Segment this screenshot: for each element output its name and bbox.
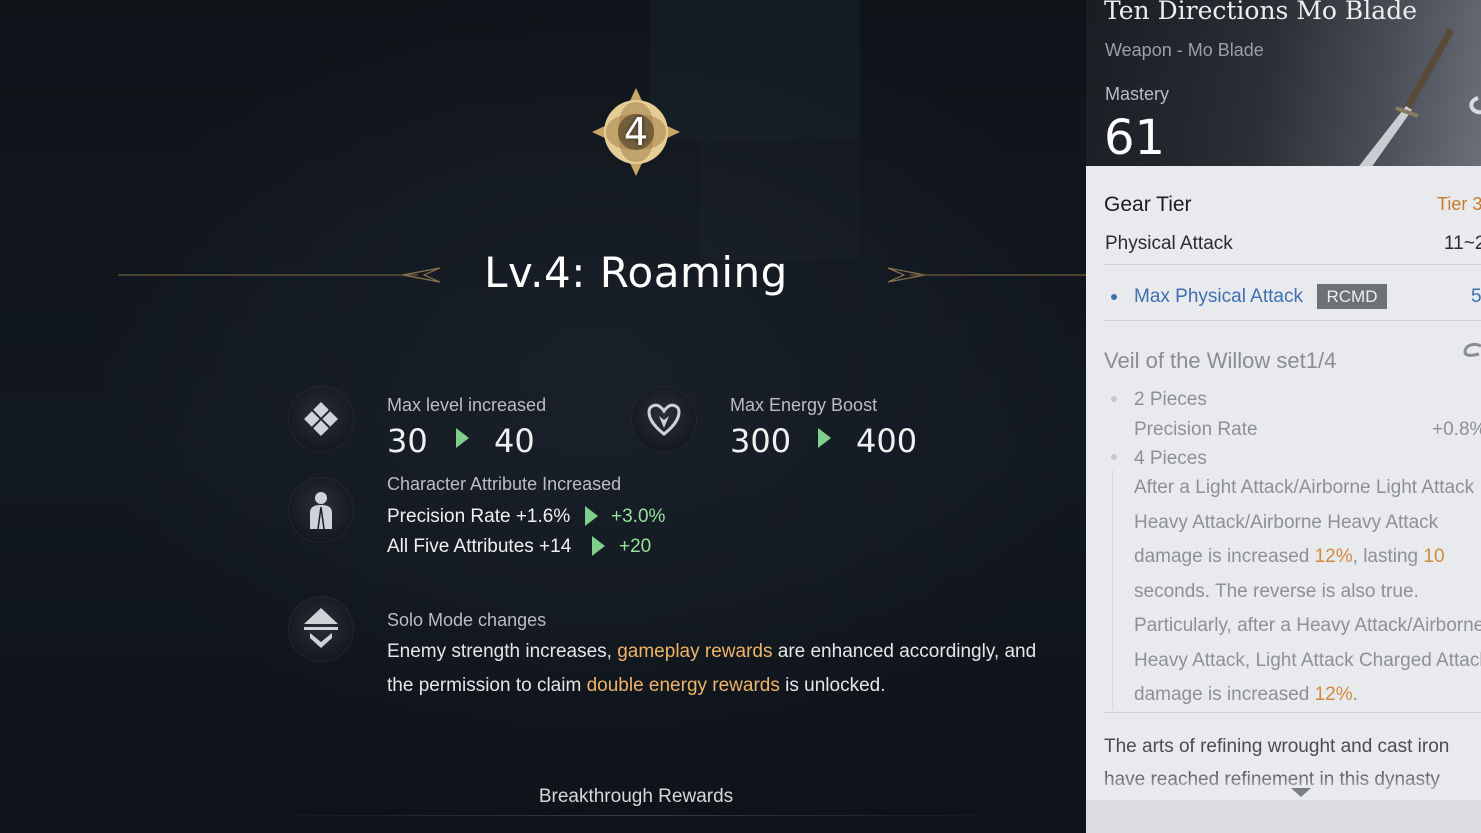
gameplay-rewards-highlight: gameplay rewards bbox=[617, 641, 773, 662]
five-attributes-text: All Five Attributes +14 bbox=[387, 536, 572, 557]
gear-tier-label: Gear Tier bbox=[1104, 193, 1192, 216]
solo-mode-icon bbox=[288, 596, 354, 662]
precision-rate-text: Precision Rate +1.6% bbox=[387, 506, 571, 527]
attributes-label: Character Attribute Increased bbox=[387, 474, 622, 494]
four-pieces-description: After a Light Attack/Airborne Light Atta… bbox=[1134, 471, 1481, 713]
lore-line: The arts of refining wrought and cast ir… bbox=[1104, 736, 1450, 757]
mo-blade-icon bbox=[1359, 28, 1481, 166]
increase-arrow-icon bbox=[592, 536, 605, 556]
level-title: Lv.4: Roaming bbox=[484, 248, 788, 297]
desc-text: . bbox=[1352, 684, 1358, 705]
precision-rate-new: +3.0% bbox=[611, 506, 666, 527]
max-level-from: 30 bbox=[387, 422, 428, 460]
heart-emblem-icon bbox=[631, 386, 697, 452]
desc-line: Heavy Attack/Airborne Heavy Attack bbox=[1134, 511, 1439, 533]
two-pieces-value: +0.8% bbox=[1432, 419, 1481, 440]
bullet-icon bbox=[1111, 294, 1117, 300]
increase-arrow-icon bbox=[818, 428, 831, 448]
divider bbox=[236, 815, 1036, 816]
title-ornament-right bbox=[887, 267, 1086, 283]
desc-line: damage is increased 12%. bbox=[1134, 678, 1481, 713]
desc-text: is unlocked. bbox=[779, 675, 886, 696]
gear-tier-value: Tier 3 bbox=[1437, 194, 1481, 214]
character-silhouette-icon bbox=[288, 477, 354, 543]
desc-line: damage is increased 12%, lasting 10 bbox=[1134, 540, 1481, 575]
diamond-icon bbox=[288, 386, 354, 452]
desc-text: Enemy strength increases, bbox=[387, 641, 618, 662]
divider bbox=[1104, 712, 1481, 713]
two-pieces-stat: Precision Rate bbox=[1134, 419, 1258, 440]
solo-mode-description: Enemy strength increases, gameplay rewar… bbox=[387, 635, 1067, 703]
bullet-icon bbox=[1111, 396, 1117, 402]
max-level-label: Max level increased bbox=[387, 395, 547, 415]
desc-line: seconds. The reverse is also true. bbox=[1134, 580, 1419, 602]
desc-line: Particularly, after a Heavy Attack/Airbo… bbox=[1134, 615, 1481, 636]
rcmd-badge: RCMD bbox=[1317, 284, 1387, 309]
max-physical-attack-value: 5 bbox=[1471, 286, 1481, 307]
weapon-header: Ten Directions Mo Blade Weapon - Mo Blad… bbox=[1086, 0, 1481, 166]
four-pieces-label: 4 Pieces bbox=[1134, 448, 1207, 469]
max-level-to: 40 bbox=[494, 422, 535, 460]
set-title: Veil of the Willow set1/4 bbox=[1104, 348, 1337, 373]
desc-text: , lasting bbox=[1352, 546, 1424, 567]
weapon-type: Weapon - Mo Blade bbox=[1105, 40, 1264, 60]
desc-line: After a Light Attack/Airborne Light Atta… bbox=[1134, 477, 1475, 498]
scroll-fade bbox=[1086, 770, 1481, 800]
damage-bonus-value: 12% bbox=[1314, 546, 1353, 567]
weapon-name: Ten Directions Mo Blade bbox=[1104, 0, 1418, 25]
scroll-down-icon[interactable] bbox=[1291, 788, 1311, 797]
max-energy-to: 400 bbox=[856, 422, 918, 460]
set-info-icon[interactable] bbox=[1461, 340, 1481, 362]
increase-arrow-icon bbox=[456, 428, 469, 448]
max-energy-label: Max Energy Boost bbox=[730, 395, 878, 415]
divider bbox=[1104, 264, 1481, 265]
background-silhouette bbox=[700, 140, 860, 260]
bullet-icon bbox=[1111, 454, 1117, 460]
max-energy-from: 300 bbox=[730, 422, 792, 460]
desc-text: damage is increased bbox=[1134, 684, 1315, 705]
panel-footer bbox=[1086, 800, 1481, 833]
level-badge: 4 bbox=[590, 86, 682, 178]
mastery-value: 61 bbox=[1104, 110, 1166, 166]
weapon-details-panel[interactable]: Ten Directions Mo Blade Weapon - Mo Blad… bbox=[1086, 0, 1481, 833]
max-physical-attack-label: Max Physical Attack bbox=[1134, 286, 1303, 307]
level-number: 4 bbox=[623, 110, 649, 154]
desc-line: Heavy Attack, Light Attack Charged Attac… bbox=[1134, 649, 1481, 671]
damage-bonus-value: 12% bbox=[1314, 684, 1353, 705]
five-attributes-new: +20 bbox=[619, 536, 652, 557]
double-energy-highlight: double energy rewards bbox=[586, 675, 780, 696]
desc-text: damage is increased bbox=[1134, 546, 1315, 567]
increase-arrow-icon bbox=[585, 506, 598, 526]
physical-attack-label: Physical Attack bbox=[1105, 233, 1233, 254]
divider bbox=[1104, 320, 1481, 321]
level-up-panel: 4 Lv.4: Roaming Max level increased 30 4… bbox=[0, 0, 1086, 833]
duration-value: 10 bbox=[1423, 546, 1445, 567]
physical-attack-value: 11~2 bbox=[1444, 233, 1481, 254]
set-bracket-line bbox=[1112, 470, 1113, 710]
breakthrough-rewards-button[interactable]: Breakthrough Rewards bbox=[480, 786, 792, 808]
mastery-label: Mastery bbox=[1105, 84, 1170, 104]
two-pieces-label: 2 Pieces bbox=[1134, 389, 1207, 410]
solo-mode-label: Solo Mode changes bbox=[387, 610, 547, 630]
